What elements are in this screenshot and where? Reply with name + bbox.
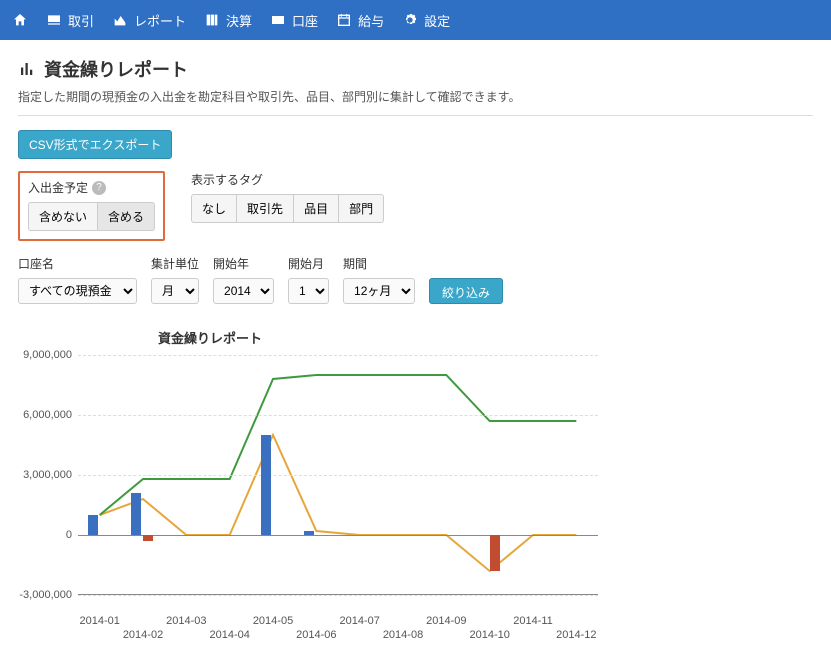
tags-toggle: なし 取引先 品目 部門 (191, 194, 384, 223)
unit-label: 集計単位 (151, 255, 199, 272)
y-tick: 3,000,000 (23, 469, 72, 481)
nav-label: 設定 (424, 11, 450, 30)
schedule-filter-highlight: 入出金予定 ? 含めない 含める (18, 171, 165, 241)
export-csv-button[interactable]: CSV形式でエクスポート (18, 130, 172, 159)
line-収支 (100, 435, 577, 571)
x-tick: 2014-08 (383, 629, 423, 641)
report-icon (18, 60, 36, 78)
period-label: 期間 (343, 255, 415, 272)
x-tick: 2014-05 (253, 615, 293, 627)
income-bar (304, 531, 314, 535)
x-tick: 2014-11 (513, 615, 553, 627)
card-icon (270, 12, 286, 28)
gear-icon (402, 12, 418, 28)
line-残高 (100, 375, 577, 515)
chart: 資金繰りレポート -3,000,000 0 3,000,000 6,000,000 9,… (18, 328, 813, 655)
tag-partner-button[interactable]: 取引先 (237, 194, 294, 223)
x-tick: 2014-04 (209, 629, 249, 641)
nav-label: レポート (134, 11, 186, 30)
x-tick: 2014-06 (296, 629, 336, 641)
nav-home[interactable] (12, 12, 28, 28)
x-tick: 2014-10 (469, 629, 509, 641)
schedule-toggle: 含めない 含める (28, 202, 155, 231)
tag-none-button[interactable]: なし (191, 194, 237, 223)
schedule-include-button[interactable]: 含める (98, 202, 155, 231)
top-nav: 取引 レポート 決算 口座 給与 設定 (0, 0, 831, 40)
y-tick: 6,000,000 (23, 409, 72, 421)
income-bar (131, 493, 141, 535)
calendar-icon (336, 12, 352, 28)
page-header: 資金繰りレポート (18, 56, 813, 82)
schedule-label: 入出金予定 (28, 179, 88, 196)
nav-settings[interactable]: 設定 (402, 11, 450, 30)
start-year-label: 開始年 (213, 255, 274, 272)
x-tick: 2014-02 (123, 629, 163, 641)
page-title: 資金繰りレポート (44, 56, 188, 82)
apply-filter-button[interactable]: 絞り込み (429, 278, 503, 304)
nav-payroll[interactable]: 給与 (336, 11, 384, 30)
home-icon (12, 12, 28, 28)
tags-label: 表示するタグ (191, 171, 384, 188)
chart-icon (112, 12, 128, 28)
plot-area (78, 355, 598, 595)
income-bar (261, 435, 271, 535)
chart-title: 資金繰りレポート (158, 328, 813, 347)
y-tick: 9,000,000 (23, 349, 72, 361)
y-tick: -3,000,000 (19, 589, 72, 601)
page-description: 指定した期間の現預金の入出金を勘定科目や取引先、品目、部門別に集計して確認できま… (18, 88, 813, 105)
nav-label: 口座 (292, 11, 318, 30)
x-tick: 2014-07 (339, 615, 379, 627)
books-icon (204, 12, 220, 28)
expense-bar (490, 535, 500, 571)
nav-accounts[interactable]: 口座 (270, 11, 318, 30)
start-month-select[interactable]: 1 (288, 278, 329, 304)
x-tick: 2014-01 (79, 615, 119, 627)
account-select[interactable]: すべての現預金 (18, 278, 137, 304)
y-tick: 0 (66, 529, 72, 541)
x-tick: 2014-03 (166, 615, 206, 627)
start-year-select[interactable]: 2014 (213, 278, 274, 304)
nav-reports[interactable]: レポート (112, 11, 186, 30)
nav-label: 給与 (358, 11, 384, 30)
divider (18, 115, 813, 116)
period-select[interactable]: 12ヶ月 (343, 278, 415, 304)
nav-label: 決算 (226, 11, 252, 30)
tray-icon (46, 12, 62, 28)
y-axis: -3,000,00003,000,0006,000,0009,000,000 (18, 355, 76, 595)
expense-bar (143, 535, 153, 541)
x-tick: 2014-12 (556, 629, 596, 641)
start-month-label: 開始月 (288, 255, 329, 272)
unit-select[interactable]: 月 (151, 278, 199, 304)
x-axis: 2014-012014-022014-032014-042014-052014-… (78, 615, 598, 655)
nav-label: 取引 (68, 11, 94, 30)
nav-transactions[interactable]: 取引 (46, 11, 94, 30)
tag-item-button[interactable]: 品目 (294, 194, 339, 223)
tag-dept-button[interactable]: 部門 (339, 194, 384, 223)
nav-closing[interactable]: 決算 (204, 11, 252, 30)
schedule-exclude-button[interactable]: 含めない (28, 202, 98, 231)
x-tick: 2014-09 (426, 615, 466, 627)
help-icon[interactable]: ? (92, 181, 106, 195)
account-label: 口座名 (18, 255, 137, 272)
income-bar (88, 515, 98, 535)
